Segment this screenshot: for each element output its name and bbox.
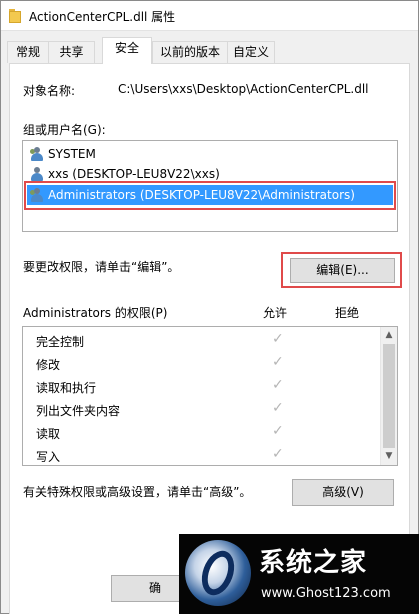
watermark-overlay: 系统之家 www.Ghost123.com bbox=[179, 534, 419, 614]
object-name-label: 对象名称: bbox=[23, 84, 76, 98]
permission-row-write: 写入 ✓ bbox=[23, 445, 379, 465]
window-title: ActionCenterCPL.dll 属性 bbox=[29, 10, 176, 24]
allow-check-icon: ✓ bbox=[272, 377, 284, 393]
scroll-up-icon[interactable]: ▲ bbox=[381, 327, 397, 344]
group-users-icon bbox=[30, 147, 44, 161]
watermark-title: 系统之家 bbox=[259, 548, 368, 578]
permission-name: 写入 bbox=[36, 450, 61, 464]
edit-button[interactable]: 编辑(E)... bbox=[290, 258, 395, 283]
tab-previous-versions[interactable]: 以前的版本 bbox=[152, 41, 228, 63]
permission-row-read-execute: 读取和执行 ✓ bbox=[23, 376, 379, 399]
title-bar[interactable]: ActionCenterCPL.dll 属性 bbox=[1, 1, 418, 31]
permission-row-modify: 修改 ✓ bbox=[23, 353, 379, 376]
list-item-system[interactable]: SYSTEM bbox=[27, 144, 393, 164]
permission-row-full-control: 完全控制 ✓ bbox=[23, 330, 379, 353]
permission-row-read: 读取 ✓ bbox=[23, 422, 379, 445]
watermark-logo-icon bbox=[185, 540, 251, 606]
permission-name: 读取和执行 bbox=[36, 381, 97, 395]
permission-name: 读取 bbox=[36, 427, 61, 441]
allow-check-icon: ✓ bbox=[272, 400, 284, 416]
tab-customize[interactable]: 自定义 bbox=[227, 41, 275, 63]
highlight-frame-administrators bbox=[24, 181, 396, 210]
properties-window: ActionCenterCPL.dll 属性 常规 共享 安全 以前的版本 自定… bbox=[0, 0, 419, 614]
permission-name: 完全控制 bbox=[36, 335, 85, 349]
permission-row-list-folder: 列出文件夹内容 ✓ bbox=[23, 399, 379, 422]
permission-name: 修改 bbox=[36, 358, 61, 372]
permissions-listbox[interactable]: 完全控制 ✓ 修改 ✓ 读取和执行 ✓ 列出文件夹内容 ✓ 读取 ✓ 写入 ✓ … bbox=[22, 326, 398, 466]
permissions-scrollbar[interactable]: ▲ ▼ bbox=[380, 327, 397, 465]
tab-strip: 常规 共享 安全 以前的版本 自定义 bbox=[1, 37, 418, 64]
scroll-down-icon[interactable]: ▼ bbox=[381, 448, 397, 465]
list-item-label: SYSTEM bbox=[48, 147, 96, 161]
advanced-settings-hint: 有关特殊权限或高级设置，请单击“高级”。 bbox=[23, 485, 252, 499]
allow-column-header: 允许 bbox=[263, 306, 288, 320]
allow-check-icon: ✓ bbox=[272, 354, 284, 370]
allow-check-icon: ✓ bbox=[272, 423, 284, 439]
tab-general[interactable]: 常规 bbox=[7, 41, 49, 63]
object-name-value: C:\Users\xxs\Desktop\ActionCenterCPL.dll bbox=[118, 82, 369, 96]
permission-name: 列出文件夹内容 bbox=[36, 404, 121, 418]
change-permissions-hint: 要更改权限，请单击“编辑”。 bbox=[23, 260, 180, 274]
tab-security[interactable]: 安全 bbox=[102, 37, 152, 64]
tab-sharing[interactable]: 共享 bbox=[48, 41, 95, 63]
scroll-thumb[interactable] bbox=[383, 344, 395, 448]
deny-column-header: 拒绝 bbox=[335, 306, 360, 320]
advanced-button[interactable]: 高级(V) bbox=[292, 479, 394, 506]
user-icon bbox=[30, 167, 44, 181]
allow-check-icon: ✓ bbox=[272, 331, 284, 347]
folder-icon bbox=[9, 9, 21, 23]
watermark-url: www.Ghost123.com bbox=[261, 586, 391, 601]
permissions-label: Administrators 的权限(P) bbox=[23, 306, 168, 320]
groups-label: 组或用户名(G): bbox=[23, 123, 106, 137]
allow-check-icon: ✓ bbox=[272, 446, 284, 462]
